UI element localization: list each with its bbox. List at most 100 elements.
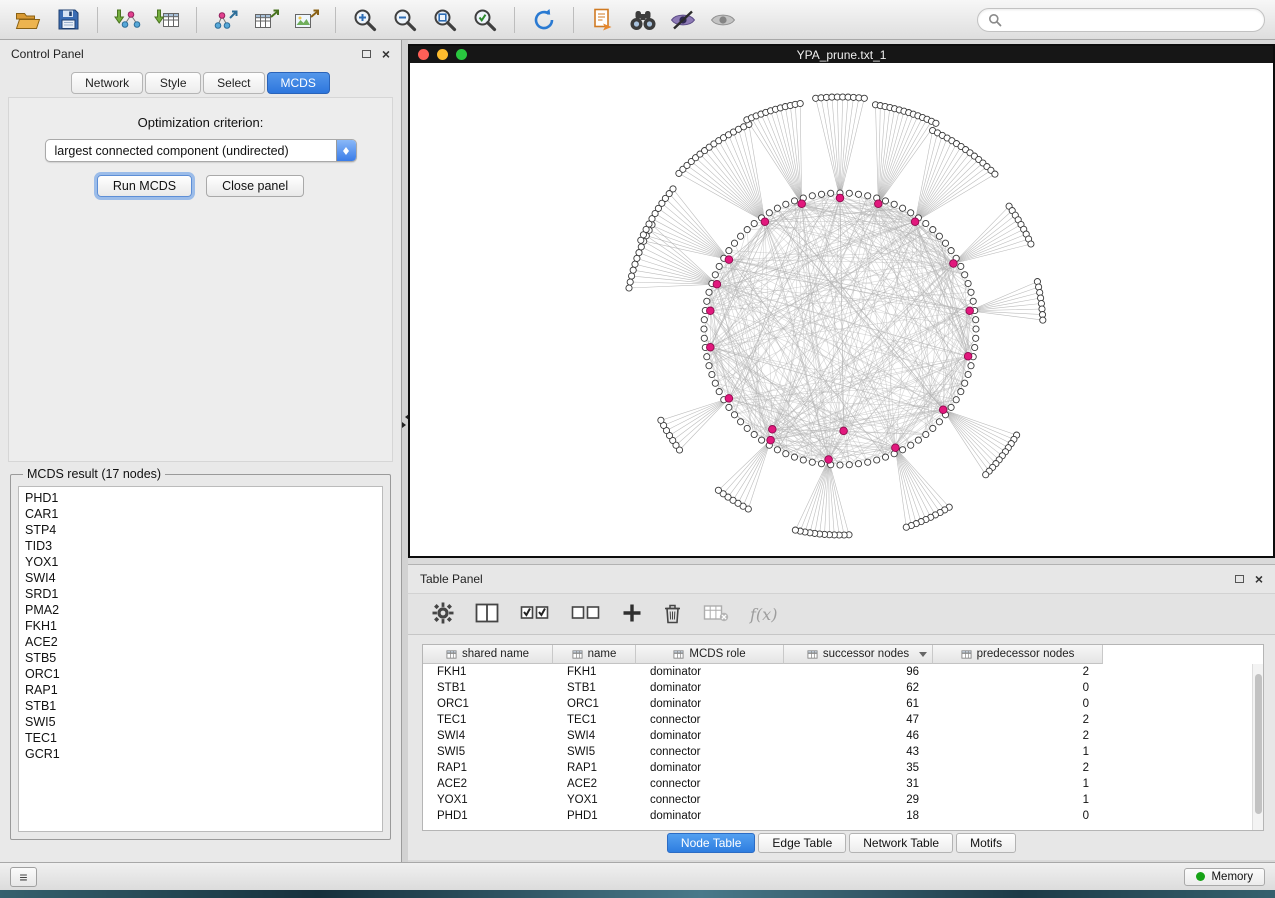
close-panel-icon[interactable]: × [382,47,390,61]
result-node[interactable]: STB5 [19,650,382,666]
close-panel-button[interactable]: Close panel [206,175,304,197]
table-row[interactable]: ACE2ACE2connector311 [423,776,1263,792]
cell-name[interactable]: FKH1 [553,666,636,678]
tab-node-table[interactable]: Node Table [667,833,756,853]
result-node[interactable]: ORC1 [19,666,382,682]
result-node[interactable]: CAR1 [19,506,382,522]
cell-name[interactable]: RAP1 [553,762,636,774]
network-canvas[interactable] [410,63,1273,556]
float-panel-icon[interactable] [362,50,371,58]
table-row[interactable]: ORC1ORC1dominator610 [423,696,1263,712]
criterion-dropdown[interactable]: largest connected component (undirected) [45,139,357,162]
function-builder-button[interactable]: f(x) [750,605,777,624]
cell-MCDS-role[interactable]: connector [636,746,784,758]
network-window-titlebar[interactable]: YPA_prune.txt_1 [410,46,1273,63]
cell-predecessor-nodes[interactable]: 0 [933,698,1103,710]
cell-shared-name[interactable]: FKH1 [423,666,553,678]
cell-predecessor-nodes[interactable]: 1 [933,794,1103,806]
cell-successor-nodes[interactable]: 62 [784,682,933,694]
table-row[interactable]: SWI4SWI4dominator462 [423,728,1263,744]
cell-successor-nodes[interactable]: 47 [784,714,933,726]
result-node[interactable]: TID3 [19,538,382,554]
cell-successor-nodes[interactable]: 18 [784,810,933,822]
cell-successor-nodes[interactable]: 43 [784,746,933,758]
clear-table-button[interactable] [703,603,729,626]
cell-successor-nodes[interactable]: 46 [784,730,933,742]
cell-name[interactable]: SWI5 [553,746,636,758]
column-header-name[interactable]: name [553,645,636,664]
import-network-button[interactable] [109,4,145,36]
cell-shared-name[interactable]: SWI5 [423,746,553,758]
table-row[interactable]: STB1STB1dominator620 [423,680,1263,696]
cell-successor-nodes[interactable]: 96 [784,666,933,678]
cell-shared-name[interactable]: YOX1 [423,794,553,806]
result-node[interactable]: FKH1 [19,618,382,634]
cell-MCDS-role[interactable]: dominator [636,762,784,774]
tab-network[interactable]: Network [71,72,143,94]
table-row[interactable]: PHD1PHD1dominator180 [423,808,1263,824]
cell-MCDS-role[interactable]: dominator [636,730,784,742]
tab-network-table[interactable]: Network Table [849,833,953,853]
result-node[interactable]: STP4 [19,522,382,538]
cell-successor-nodes[interactable]: 61 [784,698,933,710]
cell-shared-name[interactable]: TEC1 [423,714,553,726]
column-header-predecessor-nodes[interactable]: predecessor nodes [933,645,1103,664]
network-graph[interactable] [410,63,1273,556]
import-table-button[interactable] [149,4,185,36]
zoom-in-button[interactable] [347,4,383,36]
result-node[interactable]: PMA2 [19,602,382,618]
cell-successor-nodes[interactable]: 35 [784,762,933,774]
cell-predecessor-nodes[interactable]: 2 [933,730,1103,742]
export-table-button[interactable] [248,4,284,36]
show-columns-button[interactable] [475,603,499,626]
show-panels-button[interactable]: ≡ [10,867,37,887]
result-node[interactable]: PHD1 [19,490,382,506]
tab-select[interactable]: Select [203,72,264,94]
cell-successor-nodes[interactable]: 31 [784,778,933,790]
result-node[interactable]: SWI5 [19,714,382,730]
result-node[interactable]: SRD1 [19,586,382,602]
cell-predecessor-nodes[interactable]: 1 [933,746,1103,758]
float-table-panel-icon[interactable] [1235,575,1244,583]
table-row[interactable]: YOX1YOX1connector291 [423,792,1263,808]
cell-predecessor-nodes[interactable]: 1 [933,778,1103,790]
show-all-button[interactable] [705,4,741,36]
zoom-out-button[interactable] [387,4,423,36]
result-node[interactable]: RAP1 [19,682,382,698]
add-column-button[interactable] [622,603,642,626]
table-scrollbar[interactable] [1252,664,1263,830]
hide-selected-button[interactable] [665,4,701,36]
tab-style[interactable]: Style [145,72,201,94]
table-settings-button[interactable] [432,602,454,627]
cell-predecessor-nodes[interactable]: 0 [933,682,1103,694]
export-image-button[interactable] [288,4,324,36]
open-session-button[interactable] [10,4,46,36]
result-node[interactable]: ACE2 [19,634,382,650]
cell-shared-name[interactable]: PHD1 [423,810,553,822]
result-node[interactable]: TEC1 [19,730,382,746]
tab-mcds[interactable]: MCDS [267,72,330,94]
global-search-field[interactable] [977,8,1265,32]
mcds-result-list[interactable]: PHD1CAR1STP4TID3YOX1SWI4SRD1PMA2FKH1ACE2… [18,486,383,832]
cell-predecessor-nodes[interactable]: 0 [933,810,1103,822]
cell-MCDS-role[interactable]: dominator [636,666,784,678]
cell-MCDS-role[interactable]: connector [636,778,784,790]
cell-predecessor-nodes[interactable]: 2 [933,714,1103,726]
cell-successor-nodes[interactable]: 29 [784,794,933,806]
cell-shared-name[interactable]: ACE2 [423,778,553,790]
cell-MCDS-role[interactable]: connector [636,714,784,726]
refresh-view-button[interactable] [526,4,562,36]
memory-button[interactable]: Memory [1184,868,1265,886]
result-node[interactable]: GCR1 [19,746,382,762]
cell-MCDS-role[interactable]: dominator [636,682,784,694]
table-scrollbar-thumb[interactable] [1255,674,1262,814]
result-node[interactable]: SWI4 [19,570,382,586]
cell-predecessor-nodes[interactable]: 2 [933,762,1103,774]
table-row[interactable]: TEC1TEC1connector472 [423,712,1263,728]
result-node[interactable]: STB1 [19,698,382,714]
export-network-button[interactable] [208,4,244,36]
search-input[interactable] [1008,13,1254,27]
cell-MCDS-role[interactable]: connector [636,794,784,806]
cell-shared-name[interactable]: ORC1 [423,698,553,710]
zoom-selected-button[interactable] [467,4,503,36]
